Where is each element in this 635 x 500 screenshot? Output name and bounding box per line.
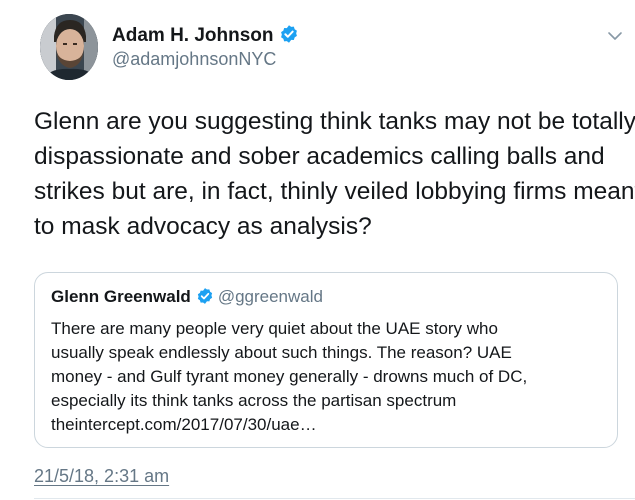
quoted-author-handle: @ggreenwald xyxy=(217,287,323,306)
tweet-text-line: to mask advocacy as analysis? xyxy=(34,213,372,240)
verified-badge-icon xyxy=(280,25,297,43)
tweet-text-line: dispassionate and sober academics callin… xyxy=(34,143,605,170)
quoted-tweet-header: Glenn Greenwald @ggreenwald xyxy=(51,287,323,307)
quoted-text-line: especially its think tanks across the pa… xyxy=(51,391,457,410)
quoted-text-line: There are many people very quiet about t… xyxy=(51,319,498,338)
quoted-tweet-text: There are many people very quiet about t… xyxy=(51,317,611,437)
quoted-text-link[interactable]: theintercept.com/2017/07/30/uae… xyxy=(51,413,611,437)
author-handle[interactable]: @adamjohnsonNYC xyxy=(112,49,276,70)
quoted-tweet-card[interactable]: Glenn Greenwald @ggreenwald There are man… xyxy=(34,272,618,448)
author-display-name[interactable]: Adam H. Johnson xyxy=(112,24,299,47)
quoted-text-line: usually speak endlessly about such thing… xyxy=(51,343,512,362)
quoted-author-name: Glenn Greenwald xyxy=(51,287,191,306)
chevron-down-icon[interactable] xyxy=(607,30,623,42)
tweet-text-line: strikes but are, in fact, thinly veiled … xyxy=(34,178,635,205)
verified-badge-icon xyxy=(197,288,212,304)
quoted-text-line: money - and Gulf tyrant money generally … xyxy=(51,367,528,386)
author-name-text: Adam H. Johnson xyxy=(112,25,274,46)
divider xyxy=(34,498,635,499)
tweet-timestamp[interactable]: 21/5/18, 2:31 am xyxy=(34,466,169,487)
avatar[interactable] xyxy=(40,14,98,80)
tweet-text: Glenn are you suggesting think tanks may… xyxy=(34,104,635,244)
tweet-text-line: Glenn are you suggesting think tanks may… xyxy=(34,108,635,135)
